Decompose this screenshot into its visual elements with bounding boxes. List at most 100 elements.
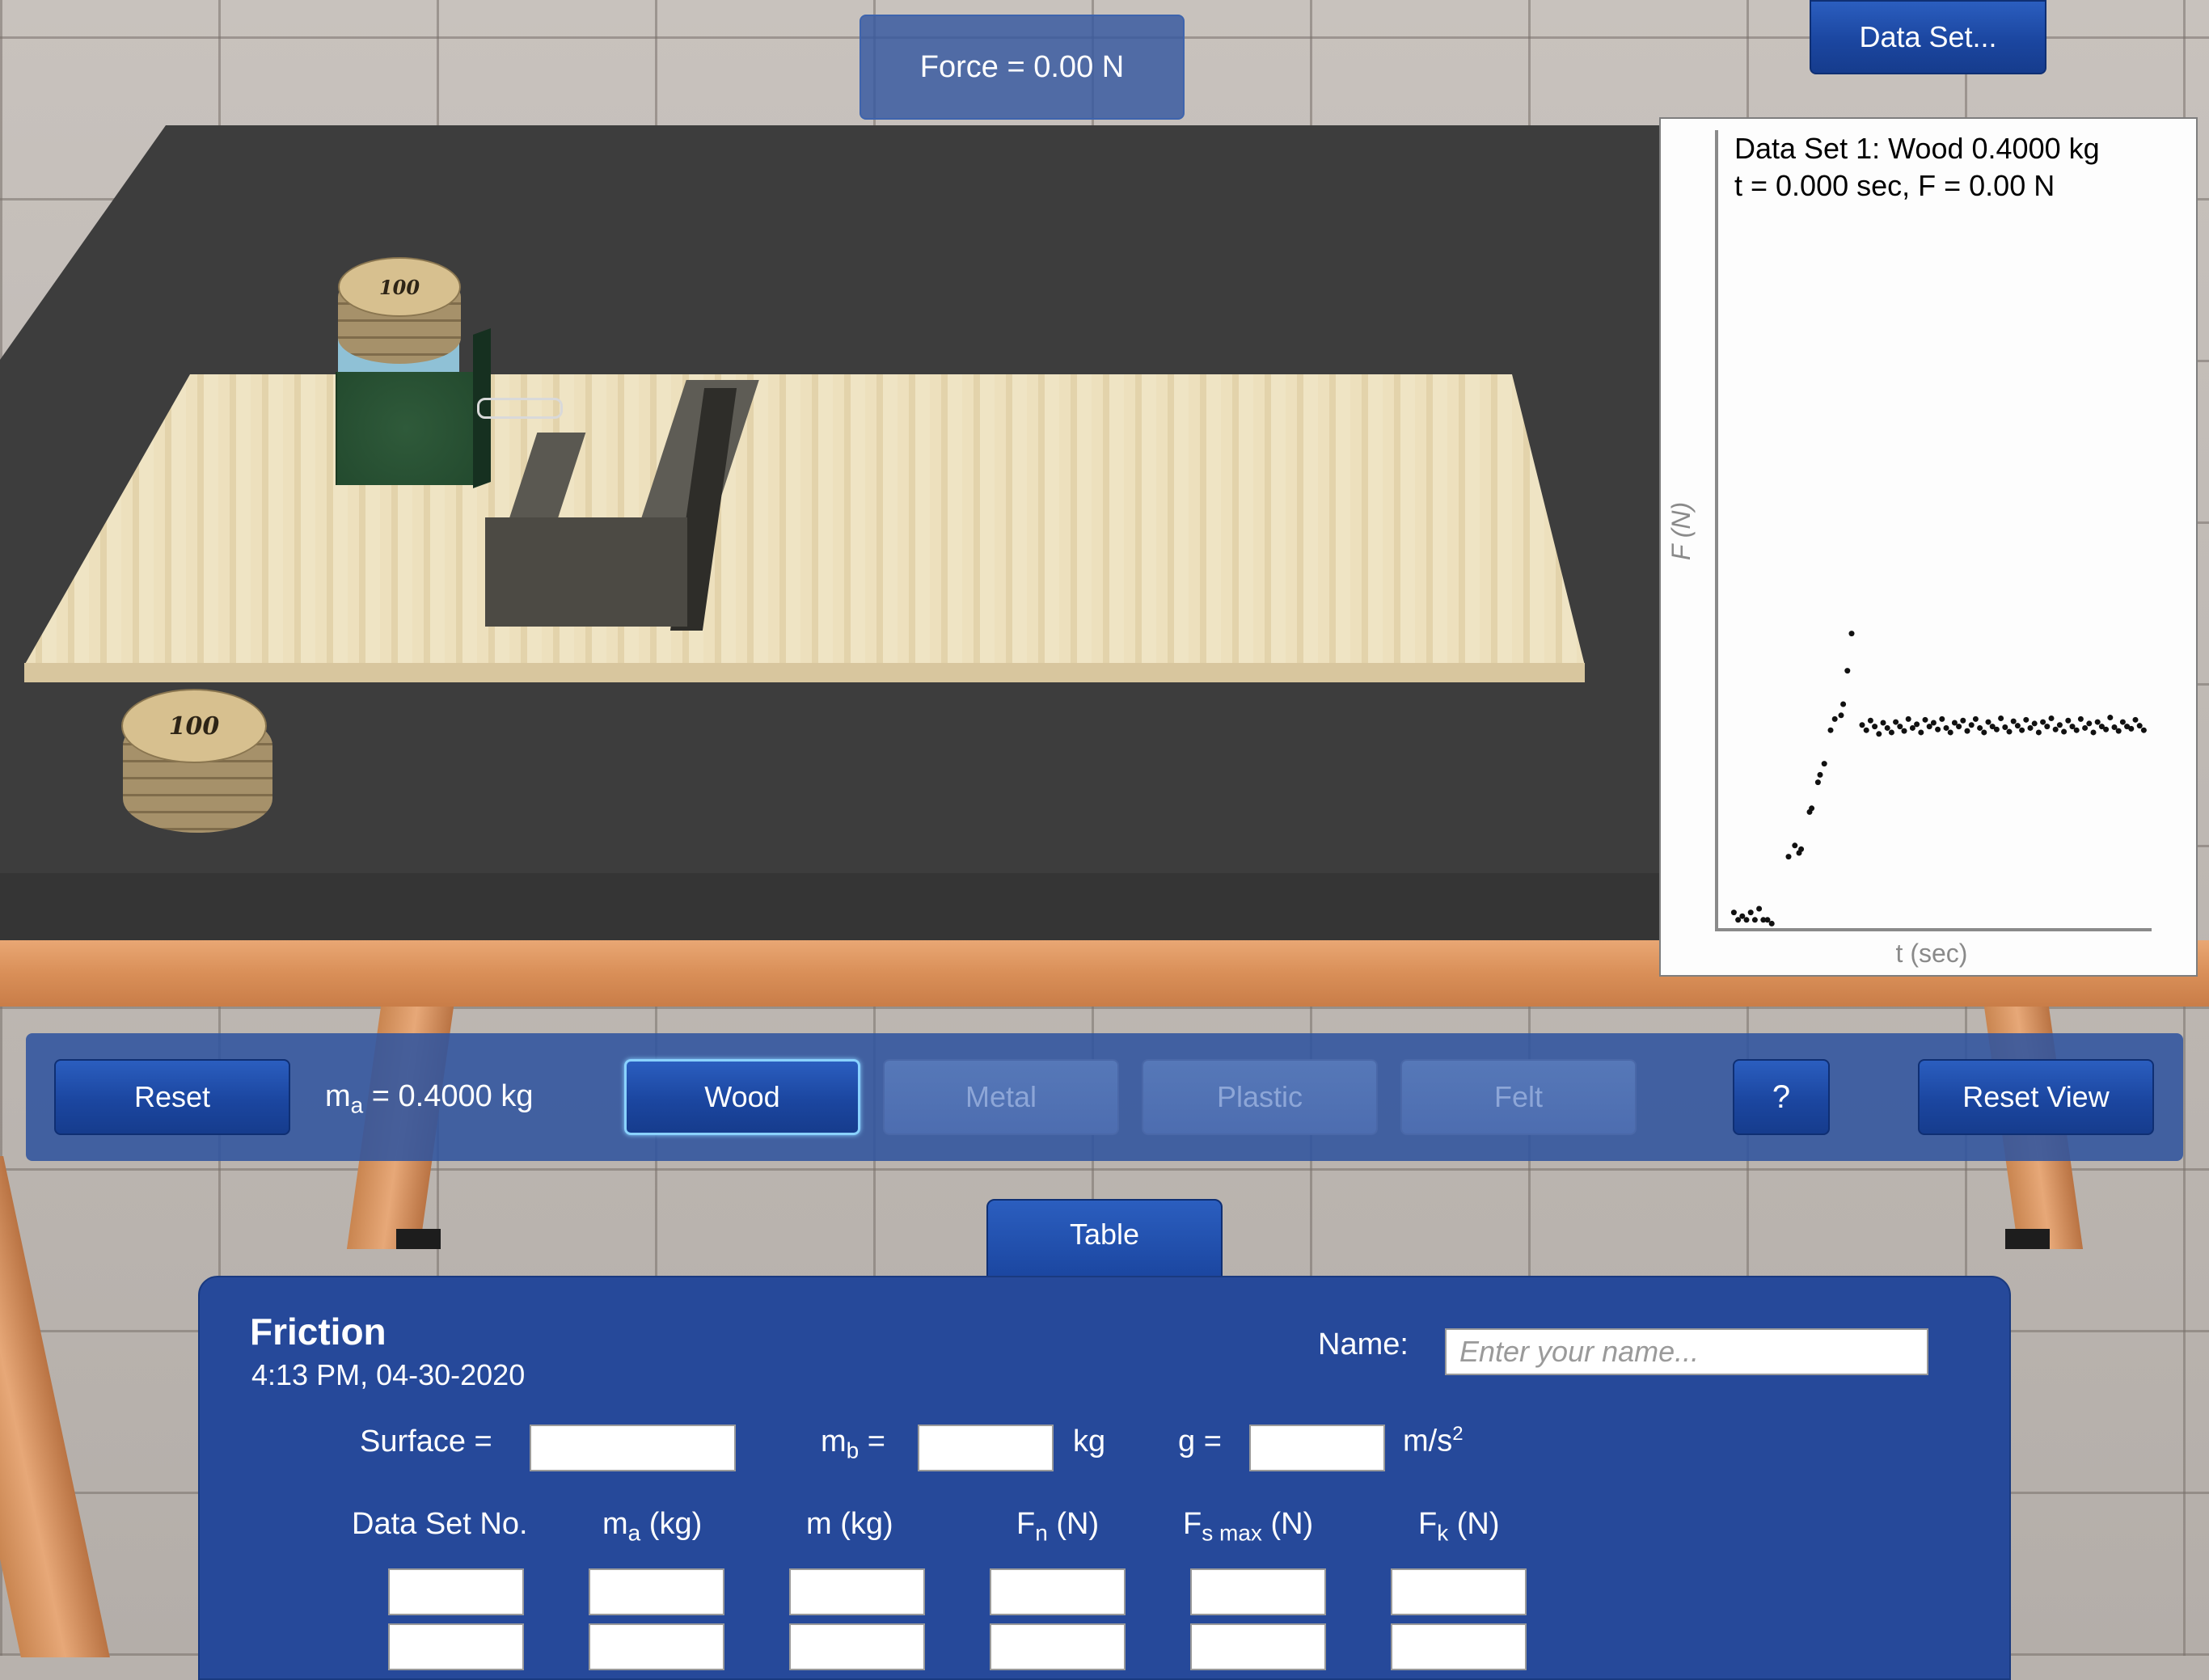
reset-button[interactable]: Reset: [54, 1059, 290, 1135]
graph-data-point: [2082, 724, 2089, 731]
graph-data-point: [2023, 716, 2029, 723]
graph-data-point: [1993, 726, 2000, 732]
table-cell-input[interactable]: [1391, 1623, 1527, 1670]
graph-data-point: [2128, 725, 2135, 732]
graph-data-point: [2094, 719, 2101, 725]
graph-data-point: [1972, 715, 1979, 722]
spare-weight-top: 100: [121, 689, 267, 763]
table-leg-foot: [396, 1229, 441, 1249]
graph-data-point: [1880, 720, 1886, 726]
graph-data-point: [2065, 717, 2072, 724]
surface-button-label: Wood: [704, 1080, 780, 1113]
table-cell-input[interactable]: [589, 1568, 724, 1615]
graph-data-point: [1893, 719, 1899, 725]
friction-block[interactable]: [336, 372, 475, 485]
graph-data-point: [1743, 917, 1750, 923]
graph-data-point: [1985, 719, 1991, 725]
g-unit-text: m/s: [1403, 1424, 1453, 1458]
graph-data-point: [1817, 771, 1823, 778]
graph-data-point: [2061, 728, 2068, 735]
help-button-label: ?: [1772, 1078, 1791, 1115]
graph-data-point: [1751, 917, 1758, 923]
graph-data-point: [1918, 729, 1924, 736]
graph-data-point: [1831, 715, 1838, 722]
surface-button-wood[interactable]: Wood: [624, 1059, 860, 1135]
column-header-text: m: [602, 1507, 628, 1541]
graph-data-point: [2136, 723, 2143, 729]
mb-input[interactable]: [918, 1425, 1054, 1471]
graph-data-point: [1872, 724, 1878, 730]
data-set-button[interactable]: Data Set...: [1810, 0, 2046, 74]
column-header-unit: (N): [1047, 1507, 1100, 1541]
mb-subscript: b: [846, 1437, 860, 1463]
graph-data-point: [1792, 842, 1798, 849]
graph-data-point: [2027, 724, 2034, 731]
mb-unit: kg: [1073, 1425, 1106, 1458]
force-sensor[interactable]: [485, 517, 687, 627]
force-readout: Force = 0.00 N: [860, 15, 1185, 120]
column-header-subscript: s max: [1202, 1520, 1262, 1546]
table-cell-input[interactable]: [990, 1623, 1126, 1670]
graph-data-point: [1943, 724, 1949, 731]
graph-data-point: [1914, 721, 1920, 728]
graph-data-point: [1922, 716, 1928, 723]
graph-data-point: [1768, 920, 1775, 927]
table-cell-input[interactable]: [388, 1568, 524, 1615]
graph-data-point: [1939, 715, 1945, 722]
surface-button-felt[interactable]: Felt: [1400, 1059, 1637, 1135]
tab-table[interactable]: Table: [986, 1199, 1223, 1280]
graph-data-point: [1947, 729, 1953, 736]
surface-button-metal[interactable]: Metal: [883, 1059, 1119, 1135]
table-cell-input[interactable]: [388, 1623, 524, 1670]
force-graph-panel: F (N) t (sec) Data Set 1: Wood 0.4000 kg…: [1659, 117, 2198, 977]
table-cell-input[interactable]: [789, 1568, 925, 1615]
table-cell-input[interactable]: [789, 1623, 925, 1670]
graph-data-point: [1821, 761, 1827, 767]
column-header-text: F: [1418, 1507, 1438, 1541]
surface-button-label: Plastic: [1216, 1080, 1303, 1113]
mass-a-symbol: m: [325, 1079, 351, 1113]
graph-data-point: [2140, 727, 2147, 733]
column-header-ma: ma (kg): [602, 1507, 702, 1547]
graph-data-point: [2044, 724, 2051, 730]
graph-title-line2: t = 0.000 sec, F = 0.00 N: [1734, 169, 2055, 202]
weight-label: 100: [168, 711, 220, 741]
graph-data-point: [1730, 910, 1737, 916]
graph-data-point: [1827, 727, 1834, 733]
table-cell-input[interactable]: [1190, 1623, 1326, 1670]
graph-data-point: [1840, 701, 1847, 707]
friction-data-panel: Friction 4:13 PM, 04-30-2020 Name: Surfa…: [198, 1276, 2011, 1680]
graph-data-point: [1964, 728, 1970, 734]
table-cell-input[interactable]: [1391, 1568, 1527, 1615]
graph-data-point: [2052, 726, 2059, 732]
graph-data-point: [2115, 728, 2122, 734]
reset-view-button[interactable]: Reset View: [1918, 1059, 2154, 1135]
graph-data-point: [1981, 729, 1987, 736]
graph-data-point: [1905, 715, 1911, 722]
help-button[interactable]: ?: [1733, 1059, 1830, 1135]
graph-data-point: [1956, 724, 1962, 730]
graph-x-label: t (sec): [1896, 939, 1968, 968]
mass-a-subscript: a: [350, 1092, 364, 1118]
column-header-unit: (kg): [640, 1507, 703, 1541]
surface-input[interactable]: [530, 1425, 736, 1471]
table-cell-input[interactable]: [589, 1623, 724, 1670]
table-cell-input[interactable]: [990, 1568, 1126, 1615]
graph-data-point: [1756, 905, 1763, 912]
graph-data-point: [1798, 846, 1805, 852]
graph-data-point: [2048, 715, 2055, 721]
graph-data-point: [2090, 729, 2097, 736]
table-cell-input[interactable]: [1190, 1568, 1326, 1615]
name-input[interactable]: [1445, 1328, 1928, 1375]
graph-data-point: [2132, 716, 2139, 723]
column-header-subscript: n: [1035, 1520, 1048, 1546]
g-input[interactable]: [1249, 1425, 1385, 1471]
graph-data-point: [1814, 779, 1821, 786]
mass-a-readout: ma = 0.4000 kg: [325, 1079, 533, 1119]
surface-button-plastic[interactable]: Plastic: [1142, 1059, 1378, 1135]
graph-data-point: [1998, 715, 2004, 721]
mass-a-value: = 0.4000 kg: [363, 1079, 534, 1113]
graph-points: [1730, 631, 2147, 927]
graph-data-point: [2119, 719, 2126, 725]
graph-data-point: [1867, 717, 1873, 724]
